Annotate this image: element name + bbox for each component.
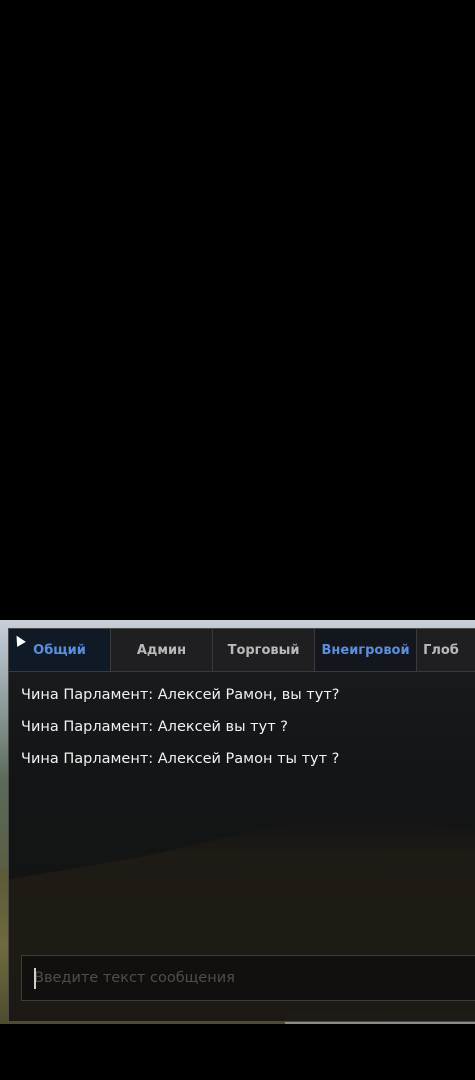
message-input-container bbox=[21, 955, 475, 1001]
text-caret bbox=[34, 968, 36, 989]
chat-message: Чина Парламент: Алексей Рамон ты тут ? bbox=[21, 751, 340, 767]
tab-admin[interactable]: Админ bbox=[111, 629, 214, 671]
chat-window: Общий Админ Торговый Внеигровой Глоб Чин… bbox=[8, 628, 475, 1022]
tab-offgame[interactable]: Внеигровой bbox=[315, 629, 418, 671]
chat-message: Чина Парламент: Алексей вы тут ? bbox=[21, 719, 288, 735]
tab-global[interactable]: Глоб bbox=[417, 629, 475, 671]
chat-message: Чина Парламент: Алексей Рамон, вы тут? bbox=[21, 687, 340, 703]
message-input[interactable] bbox=[22, 956, 475, 1000]
chat-message-list: Чина Парламент: Алексей Рамон, вы тут? Ч… bbox=[21, 683, 467, 779]
tab-general[interactable]: Общий bbox=[9, 629, 112, 671]
tab-general-label: Общий bbox=[33, 642, 86, 658]
tab-offgame-label: Внеигровой bbox=[321, 642, 410, 658]
chat-tabs: Общий Админ Торговый Внеигровой Глоб bbox=[9, 629, 475, 672]
tab-admin-label: Админ bbox=[136, 642, 187, 658]
tab-trade[interactable]: Торговый bbox=[213, 629, 316, 671]
tab-global-label: Глоб bbox=[423, 642, 459, 658]
tab-trade-label: Торговый bbox=[227, 642, 300, 658]
mouse-cursor-icon bbox=[12, 633, 26, 647]
